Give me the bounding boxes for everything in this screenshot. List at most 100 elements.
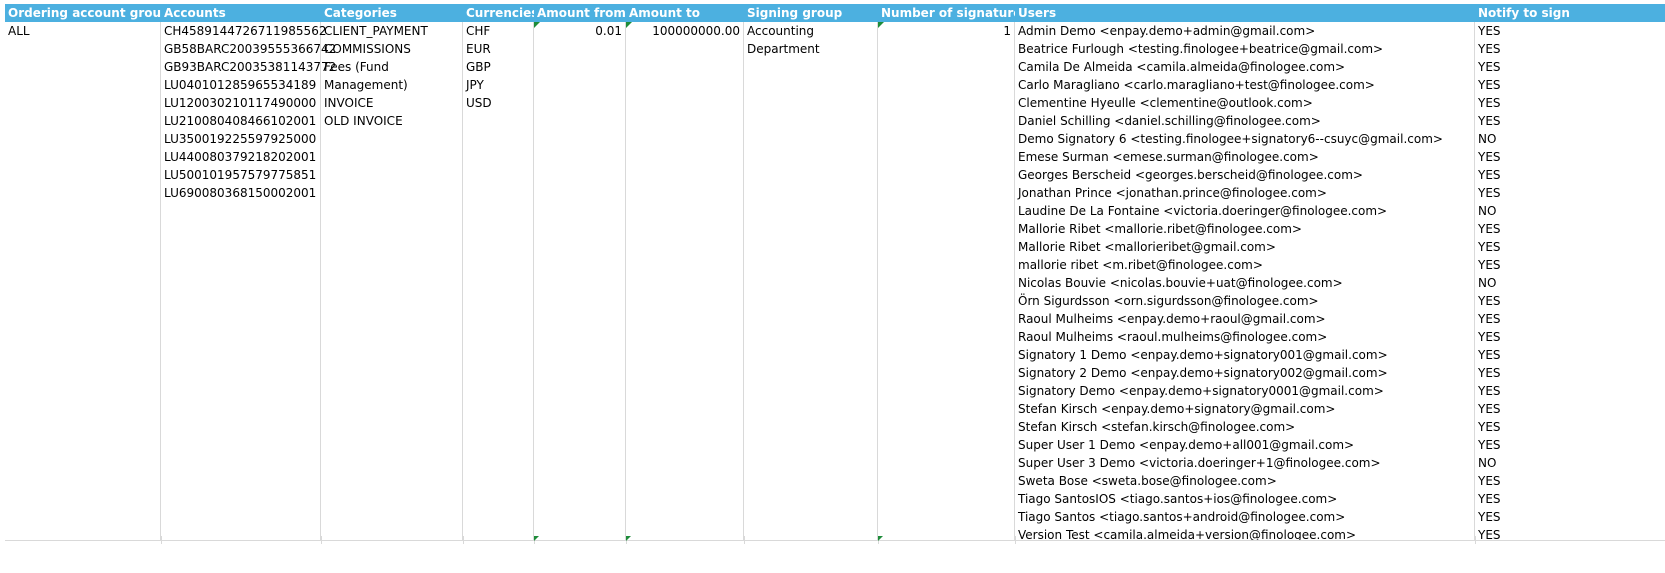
cell-account[interactable]: CH4589144726711985562 [161,22,329,40]
cell-user[interactable]: Version Test <camila.almeida+version@fin… [1015,526,1359,540]
cell-notify[interactable]: YES [1475,310,1504,328]
cell-account[interactable]: LU500101957579775851 [161,166,319,184]
cell-notify[interactable]: NO [1475,202,1499,220]
cell-signing-group[interactable]: Department [744,40,823,58]
cell-user[interactable]: Stefan Kirsch <stefan.kirsch@finologee.c… [1015,418,1298,436]
cell-currency[interactable]: EUR [463,40,494,58]
cell-user[interactable]: Georges Berscheid <georges.berscheid@fin… [1015,166,1366,184]
cell-user[interactable]: Raoul Mulheims <enpay.demo+raoul@gmail.c… [1015,310,1329,328]
cell-notify[interactable]: YES [1475,76,1504,94]
cell-account[interactable]: LU690080368150002001 [161,184,319,202]
cell-notify[interactable]: YES [1475,112,1504,130]
cell-user[interactable]: Stefan Kirsch <enpay.demo+signatory@gmai… [1015,400,1338,418]
cell-currency[interactable]: USD [463,94,495,112]
cell-user[interactable]: Carlo Maragliano <carlo.maragliano+test@… [1015,76,1378,94]
cell-account[interactable]: LU440080379218202001 [161,148,319,166]
grid-line [1475,536,1476,544]
cell-user[interactable]: Jonathan Prince <jonathan.prince@finolog… [1015,184,1330,202]
cell-number-of-signatures[interactable]: 1 [878,22,1014,40]
cell-user[interactable]: Nicolas Bouvie <nicolas.bouvie+uat@finol… [1015,274,1346,292]
cell-user[interactable]: Daniel Schilling <daniel.schilling@finol… [1015,112,1324,130]
cell-notify[interactable]: YES [1475,22,1504,40]
cell-account[interactable]: GB93BARC20035381143772 [161,58,339,76]
cell-account[interactable]: LU120030210117490000 [161,94,319,112]
cell-notify[interactable]: YES [1475,220,1504,238]
cell-signing-group[interactable]: Accounting [744,22,817,40]
cell-notify[interactable]: YES [1475,166,1504,184]
cell-notify[interactable]: YES [1475,526,1504,540]
cell-notify[interactable]: YES [1475,418,1504,436]
cell-notify[interactable]: YES [1475,346,1504,364]
cell-user[interactable]: Signatory 1 Demo <enpay.demo+signatory00… [1015,346,1391,364]
header-amount-from[interactable]: Amount from [534,4,626,22]
cell-notify[interactable]: YES [1475,472,1504,490]
header-signing-group[interactable]: Signing group [744,4,878,22]
cell-user[interactable]: Clementine Hyeulle <clementine@outlook.c… [1015,94,1316,112]
cell-amount-from[interactable]: 0.01 [534,22,625,40]
spreadsheet-grid: Ordering account groups Accounts Categor… [5,4,1665,540]
cell-notify[interactable]: NO [1475,274,1499,292]
cell-currency[interactable]: GBP [463,58,494,76]
header-accounts[interactable]: Accounts [161,4,321,22]
cell-notify[interactable]: YES [1475,184,1504,202]
cell-category[interactable]: Fees (Fund [321,58,392,76]
cell-user[interactable]: Super User 1 Demo <enpay.demo+all001@gma… [1015,436,1357,454]
cell-user[interactable]: Emese Surman <emese.surman@finologee.com… [1015,148,1322,166]
cell-account[interactable]: GB58BARC20039555366742 [161,40,339,58]
cell-notify[interactable]: YES [1475,40,1504,58]
cell-currency[interactable]: CHF [463,22,493,40]
cell-user[interactable]: Mallorie Ribet <mallorieribet@gmail.com> [1015,238,1279,256]
cell-notify[interactable]: YES [1475,436,1504,454]
cell-notify[interactable]: NO [1475,454,1499,472]
header-currencies[interactable]: Currencies [463,4,534,22]
cell-notify[interactable]: YES [1475,238,1504,256]
cell-account[interactable]: LU210080408466102001 [161,112,319,130]
cell-currency[interactable]: JPY [463,76,487,94]
header-number-of-signatures[interactable]: Number of signatures [878,4,1015,22]
cell-category[interactable]: INVOICE [321,94,376,112]
cell-user[interactable]: Signatory 2 Demo <enpay.demo+signatory00… [1015,364,1391,382]
cell-notify[interactable]: YES [1475,508,1504,526]
cell-category[interactable]: CLIENT_PAYMENT [321,22,431,40]
cell-notify[interactable]: YES [1475,256,1504,274]
cell-user[interactable]: Tiago Santos <tiago.santos+android@finol… [1015,508,1348,526]
column-number-of-signatures: 1 [878,22,1015,540]
cell-account[interactable]: LU040101285965534189 [161,76,319,94]
header-users[interactable]: Users [1015,4,1475,22]
cell-user[interactable]: Camila De Almeida <camila.almeida@finolo… [1015,58,1348,76]
cell-user[interactable]: Signatory Demo <enpay.demo+signatory0001… [1015,382,1387,400]
cell-user[interactable]: Demo Signatory 6 <testing.finologee+sign… [1015,130,1446,148]
cell-account[interactable]: LU350019225597925000 [161,130,319,148]
cell-category[interactable]: OLD INVOICE [321,112,406,130]
cell-user[interactable]: Mallorie Ribet <mallorie.ribet@finologee… [1015,220,1305,238]
cell-user[interactable]: Admin Demo <enpay.demo+admin@gmail.com> [1015,22,1318,40]
cell-amount-to[interactable]: 100000000.00 [626,22,743,40]
header-ordering-groups[interactable]: Ordering account groups [5,4,161,22]
header-notify-to-sign[interactable]: Notify to sign [1475,4,1665,22]
header-categories[interactable]: Categories [321,4,463,22]
cell-notify[interactable]: NO [1475,130,1499,148]
cell-user[interactable]: mallorie ribet <m.ribet@finologee.com> [1015,256,1266,274]
cell-notify[interactable]: YES [1475,400,1504,418]
cell-notify[interactable]: YES [1475,58,1504,76]
cell-user[interactable]: Super User 3 Demo <victoria.doeringer+1@… [1015,454,1384,472]
cell-category[interactable]: Management) [321,76,411,94]
cell-user[interactable]: Tiago SantosIOS <tiago.santos+ios@finolo… [1015,490,1340,508]
cell-user[interactable]: Laudine De La Fontaine <victoria.doering… [1015,202,1390,220]
cell-notify[interactable]: YES [1475,292,1504,310]
cell-user[interactable]: Beatrice Furlough <testing.finologee+bea… [1015,40,1386,58]
header-amount-to[interactable]: Amount to [626,4,744,22]
cell-user[interactable]: Sweta Bose <sweta.bose@finologee.com> [1015,472,1280,490]
cell-user[interactable]: Raoul Mulheims <raoul.mulheims@finologee… [1015,328,1330,346]
cell-notify[interactable]: YES [1475,94,1504,112]
cell-notify[interactable]: YES [1475,364,1504,382]
cell-notify[interactable]: YES [1475,490,1504,508]
column-amount-to: 100000000.00 [626,22,744,540]
cell-category[interactable]: COMMISSIONS [321,40,414,58]
column-notify-to-sign: YES YES YES YES YES YES NO YES YES YES NO YES YES YES… [1475,22,1665,540]
cell-user[interactable]: Örn Sigurdsson <orn.sigurdsson@finologee… [1015,292,1322,310]
cell-notify[interactable]: YES [1475,148,1504,166]
cell-notify[interactable]: YES [1475,328,1504,346]
cell-notify[interactable]: YES [1475,382,1504,400]
cell-ordering-group[interactable]: ALL [5,22,33,40]
